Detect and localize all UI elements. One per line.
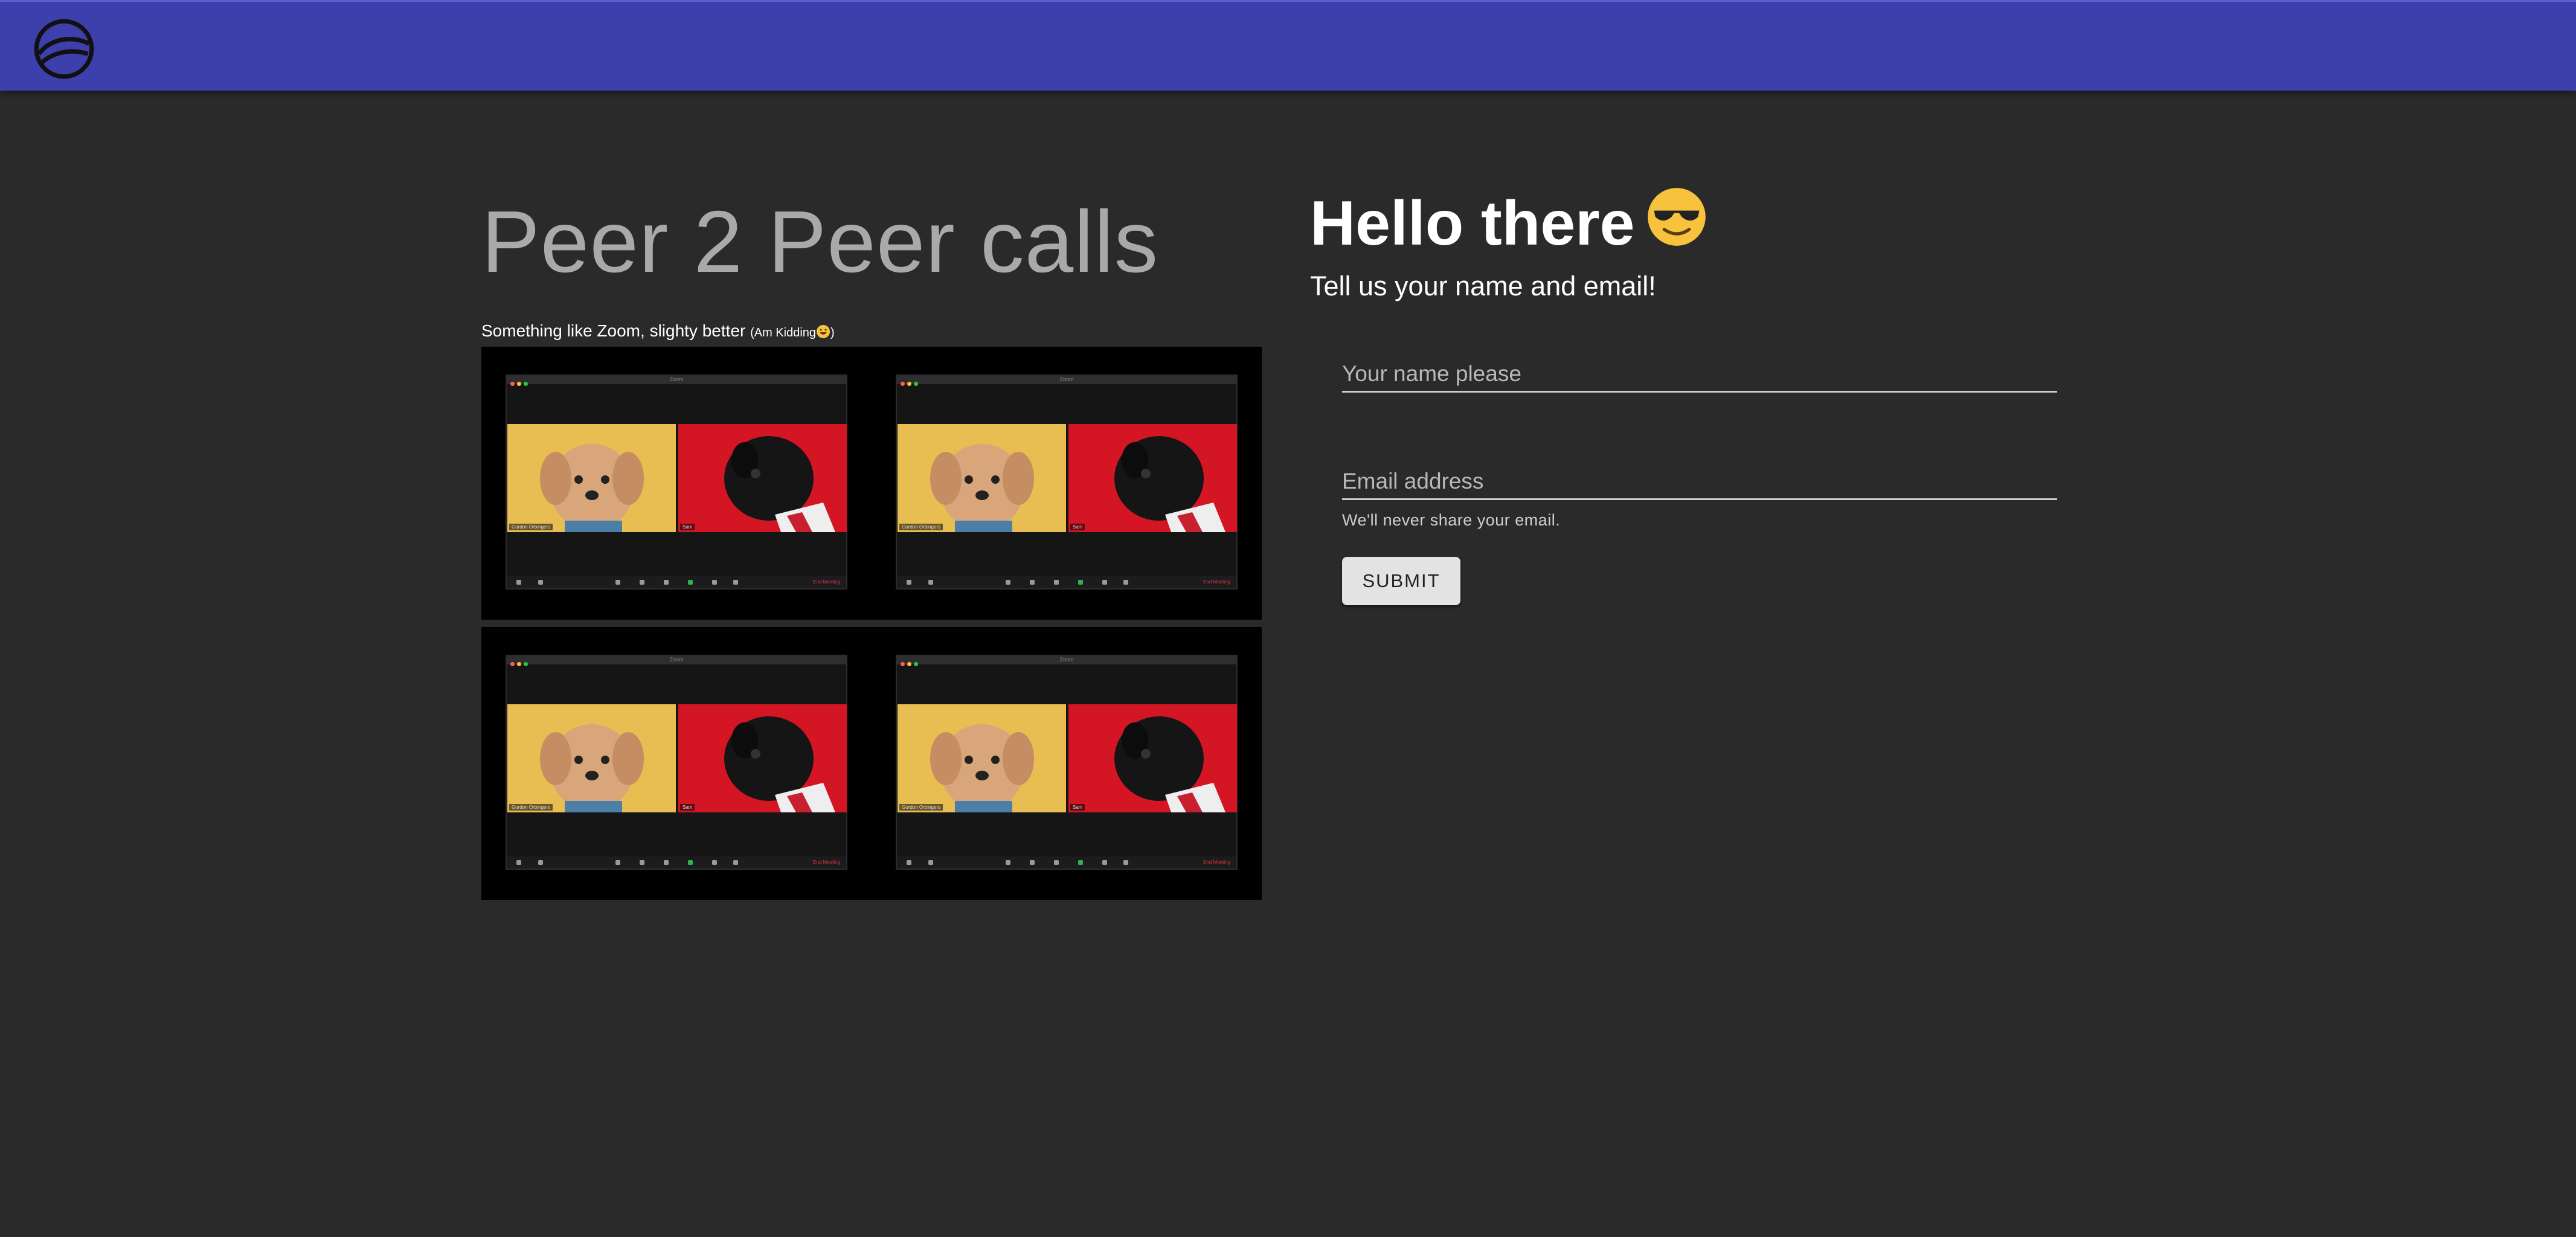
- greeting-heading: Hello there: [1310, 181, 2095, 266]
- window-title: Zoom: [669, 657, 684, 663]
- pug-photo: [1114, 716, 1225, 812]
- video-tile: Gordon Orbingers: [898, 424, 1066, 532]
- video-tile: Sam: [1068, 704, 1237, 812]
- participant-name: Gordon Orbingers: [509, 804, 553, 811]
- signup-form: Hello there Tell us your name and email!…: [1310, 181, 2095, 605]
- call-toolbar: End Meeting: [507, 856, 846, 869]
- sunglasses-face-icon: [1648, 188, 1706, 246]
- hero-section: Peer 2 Peer calls Something like Zoom, s…: [481, 181, 1262, 900]
- preview-panel: Zoom Gordon Orbingers Sam End Meeting Zo…: [481, 627, 1262, 900]
- dog-photo: [540, 444, 644, 532]
- video-tile: Gordon Orbingers: [898, 704, 1066, 812]
- end-meeting-label: End Meeting: [1203, 579, 1230, 585]
- call-toolbar: End Meeting: [897, 576, 1236, 588]
- video-tile: Gordon Orbingers: [507, 704, 676, 812]
- top-app-bar: [0, 0, 2576, 91]
- pug-photo: [724, 436, 835, 532]
- video-tile: Gordon Orbingers: [507, 424, 676, 532]
- dog-photo: [930, 724, 1034, 812]
- form-subtitle: Tell us your name and email!: [1310, 271, 1656, 301]
- call-screenshot: Zoom Gordon Orbingers Sam End Meeting: [896, 655, 1238, 870]
- window-title: Zoom: [1059, 657, 1074, 663]
- page-title: Peer 2 Peer calls: [481, 193, 1159, 291]
- end-meeting-label: End Meeting: [813, 859, 840, 865]
- dog-photo: [540, 724, 644, 812]
- participant-name: Gordon Orbingers: [899, 804, 943, 811]
- pug-photo: [1114, 436, 1225, 532]
- tagline-note: (Am Kidding): [750, 325, 835, 339]
- call-screenshot: Zoom Gordon Orbingers Sam End Meeting: [896, 374, 1238, 590]
- call-screenshot: Zoom Gordon Orbingers Sam End Meeting: [506, 374, 847, 590]
- call-toolbar: End Meeting: [507, 576, 846, 588]
- video-tile: Sam: [1068, 424, 1237, 532]
- pug-photo: [724, 716, 835, 812]
- submit-button[interactable]: SUBMIT: [1342, 557, 1460, 605]
- grinning-face-icon: [817, 325, 830, 338]
- call-toolbar: End Meeting: [897, 856, 1236, 869]
- video-tile: Sam: [678, 704, 847, 812]
- tagline: Something like Zoom, slighty better (Am …: [481, 321, 835, 341]
- name-field[interactable]: [1342, 356, 2057, 393]
- participant-name: Sam: [1070, 804, 1085, 811]
- participant-name: Sam: [1070, 524, 1085, 530]
- video-tile: Sam: [678, 424, 847, 532]
- window-title: Zoom: [1059, 376, 1074, 382]
- email-input[interactable]: [1342, 464, 2057, 498]
- window-title: Zoom: [669, 376, 684, 382]
- dog-photo: [930, 444, 1034, 532]
- participant-name: Gordon Orbingers: [899, 524, 943, 530]
- preview-panel: Zoom Gordon Orbingers Sam End Meeting Zo…: [481, 347, 1262, 620]
- participant-name: Sam: [680, 524, 695, 530]
- participant-name: Sam: [680, 804, 695, 811]
- participant-name: Gordon Orbingers: [509, 524, 553, 530]
- email-helper-text: We'll never share your email.: [1342, 511, 1561, 529]
- call-screenshot: Zoom Gordon Orbingers Sam End Meeting: [506, 655, 847, 870]
- tagline-text: Something like Zoom, slighty better: [481, 321, 746, 340]
- end-meeting-label: End Meeting: [1203, 859, 1230, 865]
- name-input[interactable]: [1342, 356, 2057, 391]
- planet-logo-icon[interactable]: [33, 18, 95, 80]
- email-field[interactable]: [1342, 464, 2057, 500]
- end-meeting-label: End Meeting: [813, 579, 840, 585]
